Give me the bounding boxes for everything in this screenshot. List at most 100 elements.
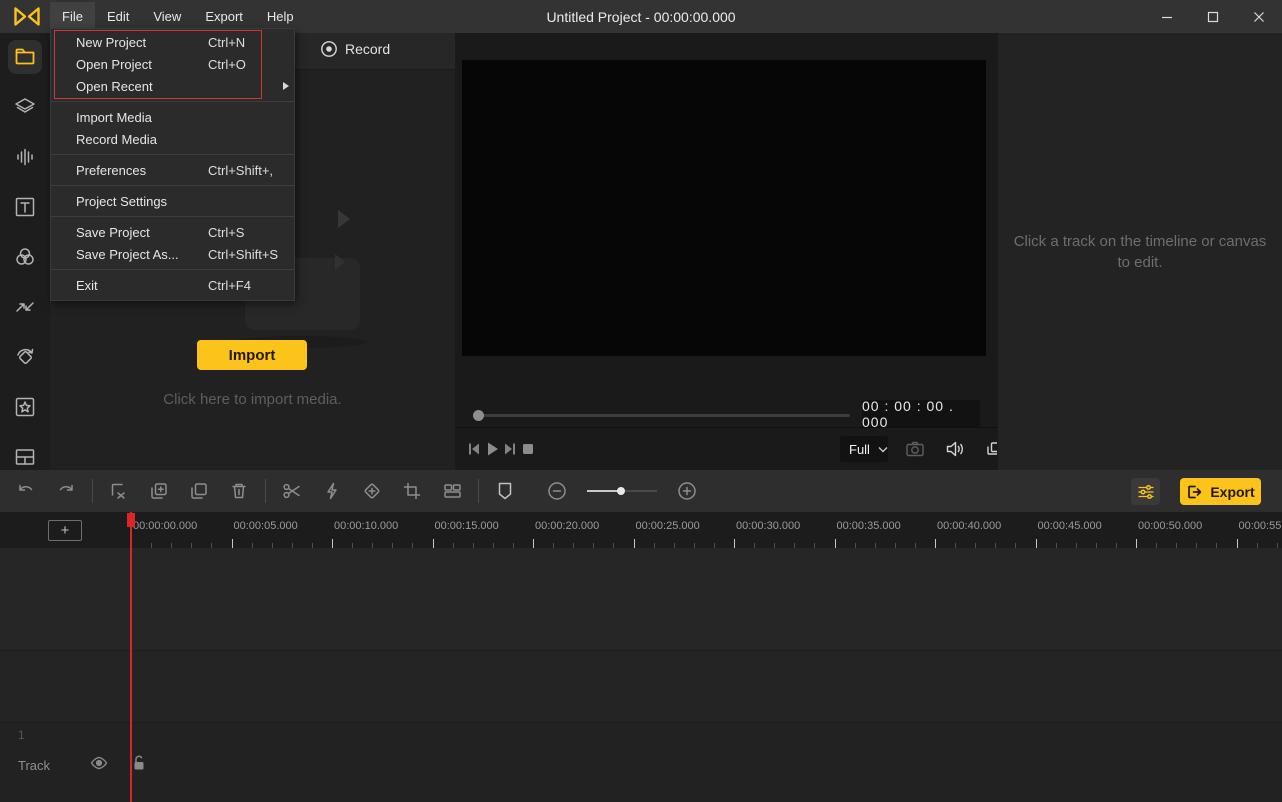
sidebar-item-filters[interactable] (8, 240, 42, 274)
scale-value: Full (849, 441, 870, 457)
menu-file[interactable]: File (50, 2, 95, 31)
ruler-tick (935, 539, 936, 548)
snapshot-button[interactable] (902, 436, 928, 462)
menu-item-open-recent[interactable]: Open Recent (51, 75, 294, 97)
menu-item-preferences[interactable]: Preferences Ctrl+Shift+, (51, 159, 294, 181)
export-button[interactable]: Export (1180, 478, 1261, 505)
eye-icon (90, 756, 108, 769)
stop-button[interactable] (519, 436, 537, 462)
sidebar-item-text[interactable] (8, 190, 42, 224)
copy-button[interactable] (179, 477, 219, 505)
sidebar-item-split-screen[interactable] (8, 440, 42, 474)
track-lock-toggle[interactable] (132, 754, 146, 776)
ruler-tick (734, 539, 735, 548)
preview-scale-select[interactable]: Full (840, 436, 888, 462)
ruler-time-label: 00:00:50.000 (1138, 520, 1203, 532)
text-icon (15, 197, 35, 217)
duplicate-button[interactable] (139, 477, 179, 505)
menu-item-project-settings[interactable]: Project Settings (51, 190, 294, 212)
next-frame-button[interactable] (501, 436, 519, 462)
add-track-button[interactable]: + (48, 520, 82, 541)
chevron-down-icon (878, 446, 888, 452)
preview-panel: 00 : 00 : 00 . 000 Full (455, 33, 1044, 470)
sidebar-item-elements[interactable] (8, 90, 42, 124)
sidebar-item-media[interactable] (8, 40, 42, 74)
timeline-track-header-row[interactable]: 1 Track (0, 724, 1282, 802)
animation-icon (17, 348, 34, 364)
timeline-track-row-2[interactable] (0, 652, 1282, 723)
delete-clip-button[interactable] (99, 477, 139, 505)
zoom-slider-handle[interactable] (617, 487, 625, 495)
ruler-tick (1236, 539, 1238, 548)
split-button[interactable] (272, 477, 312, 505)
seek-bar[interactable] (473, 414, 850, 417)
keyframe-button[interactable] (352, 477, 392, 505)
timeline-ruler[interactable]: + 00:00:00.000 00:00:05.000 00:00:10.000 00… (0, 512, 1282, 548)
menu-item-open-project[interactable]: Open Project Ctrl+O (51, 53, 294, 75)
app-logo-icon (12, 4, 42, 29)
menu-separator (51, 185, 294, 186)
menu-item-save-project[interactable]: Save Project Ctrl+S (51, 221, 294, 243)
sidebar-item-effects[interactable] (8, 390, 42, 424)
menu-item-exit[interactable]: Exit Ctrl+F4 (51, 274, 294, 296)
sliders-icon (1137, 484, 1154, 499)
adjust-settings-button[interactable] (1131, 478, 1160, 505)
menu-item-import-media[interactable]: Import Media (51, 106, 294, 128)
menu-help[interactable]: Help (255, 2, 306, 31)
filters-icon (16, 248, 34, 265)
minimize-button[interactable] (1144, 0, 1190, 33)
sidebar-item-animations[interactable] (8, 340, 42, 374)
waveform-icon (17, 148, 33, 166)
menu-separator (51, 101, 294, 102)
timeline: + 00:00:00.000 00:00:05.000 00:00:10.000 00… (0, 512, 1282, 802)
undo-button[interactable] (6, 477, 46, 505)
properties-panel: Click a track on the timeline or canvas … (997, 33, 1282, 470)
ruler-time-label: 00:00:55.000 (1238, 520, 1282, 532)
play-button[interactable] (483, 436, 501, 462)
volume-button[interactable] (942, 436, 968, 462)
menu-item-new-project[interactable]: New Project Ctrl+N (51, 31, 294, 53)
folder-icon (15, 48, 35, 65)
export-icon (1188, 485, 1202, 498)
ruler-tick (332, 539, 333, 548)
menu-view[interactable]: View (141, 2, 193, 31)
split-screen-button[interactable] (432, 477, 472, 505)
import-hint[interactable]: Click here to import media. (50, 391, 455, 408)
ruler-time-label: 00:00:05.000 (233, 520, 298, 532)
menu-item-record-media[interactable]: Record Media (51, 128, 294, 150)
lock-icon (134, 755, 144, 770)
zoom-out-button[interactable] (537, 477, 577, 505)
seek-handle[interactable] (473, 410, 484, 421)
ruler-tick (633, 539, 635, 548)
sidebar-item-audio[interactable] (8, 140, 42, 174)
close-button[interactable] (1236, 0, 1282, 33)
marker-button[interactable] (485, 477, 525, 505)
crop-button[interactable] (392, 477, 432, 505)
track-visibility-toggle[interactable] (90, 756, 108, 775)
app-window: Untitled Project - 00:00:00.000 File Edi… (0, 0, 1282, 802)
ruler-tick (1136, 539, 1137, 548)
sidebar-item-transitions[interactable] (8, 290, 42, 324)
timeline-zoom-slider[interactable] (587, 486, 657, 496)
redo-button[interactable] (46, 477, 86, 505)
ruler-tick (231, 539, 233, 548)
menu-separator (51, 154, 294, 155)
zoom-in-button[interactable] (667, 477, 707, 505)
submenu-arrow-icon (283, 82, 289, 90)
playhead-handle[interactable] (127, 513, 135, 527)
maximize-button[interactable] (1190, 0, 1236, 33)
menu-edit[interactable]: Edit (95, 2, 141, 31)
previous-frame-button[interactable] (465, 436, 483, 462)
import-button[interactable]: Import (197, 340, 307, 370)
edit-toolbar: Export (0, 470, 1282, 512)
ruler-tick (1035, 539, 1037, 548)
track-name: Track (18, 757, 51, 773)
playhead[interactable] (130, 512, 132, 802)
menu-export[interactable]: Export (193, 2, 255, 31)
speed-button[interactable] (312, 477, 352, 505)
record-button[interactable]: Record (320, 40, 390, 58)
menu-item-save-project-as[interactable]: Save Project As... Ctrl+Shift+S (51, 243, 294, 265)
delete-button[interactable] (219, 477, 259, 505)
preview-canvas[interactable] (462, 60, 986, 356)
timeline-track-row-1[interactable] (0, 548, 1282, 651)
